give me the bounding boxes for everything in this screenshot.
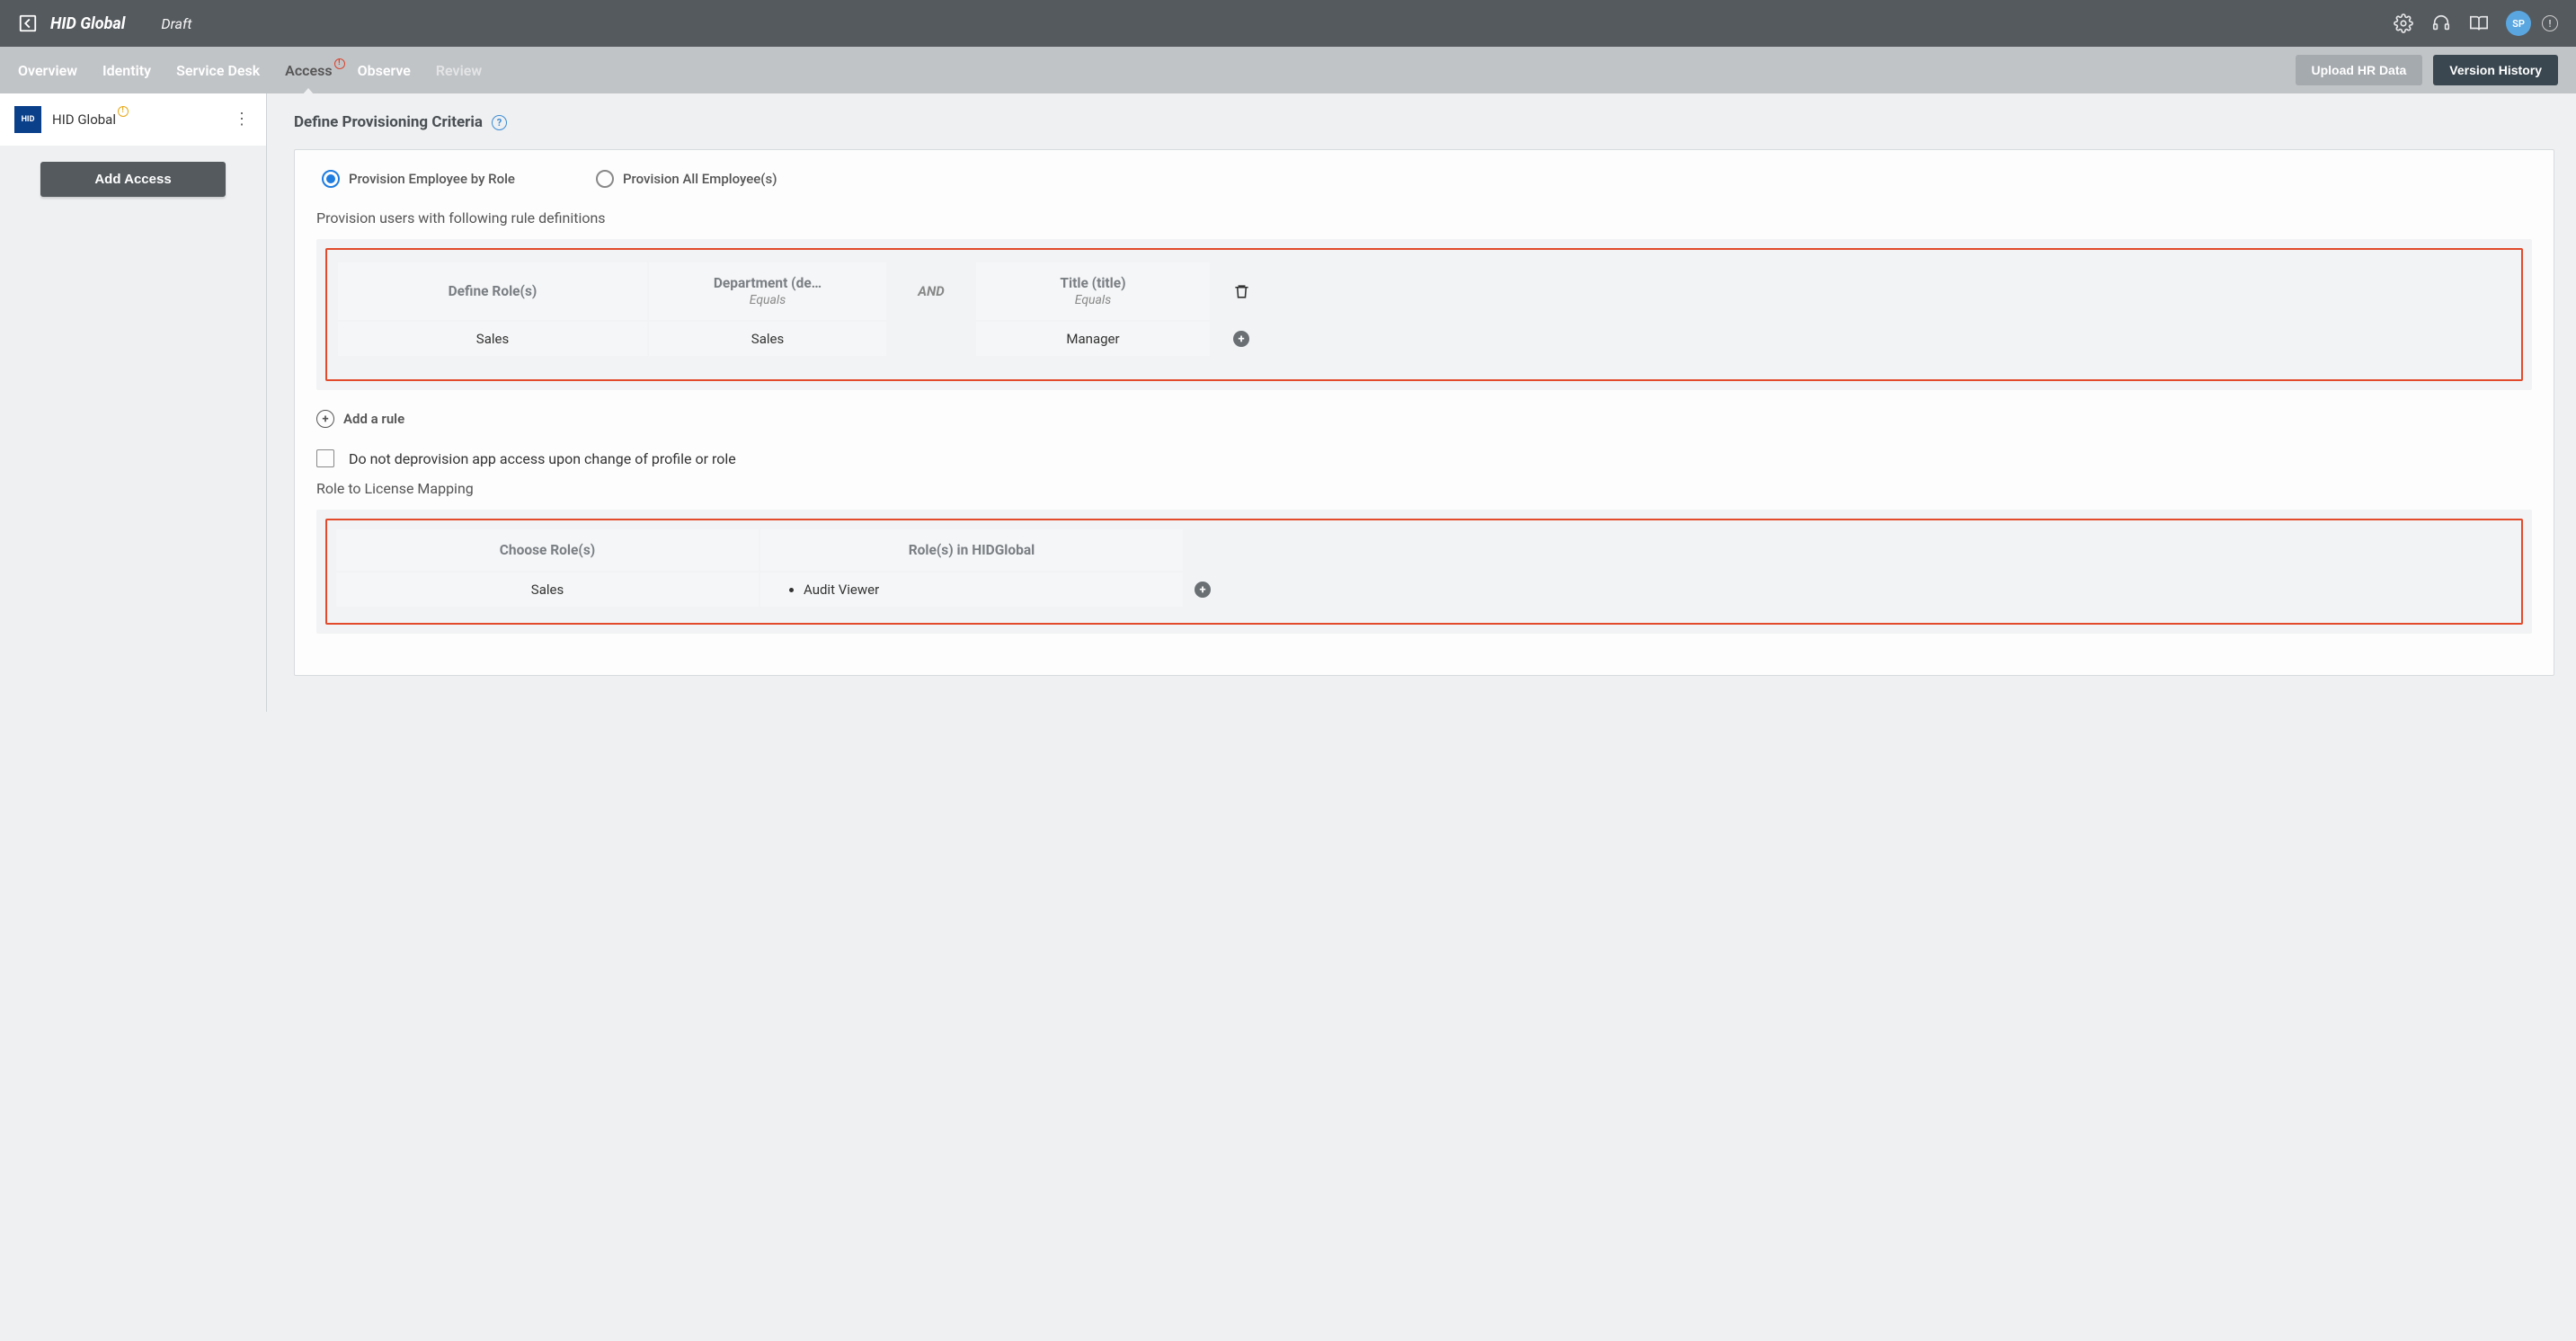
mapping-header-choose: Choose Role(s) <box>336 529 759 571</box>
status-label: Draft <box>161 15 191 32</box>
rule-header-title: Title (title)Equals <box>976 262 1210 320</box>
add-rule-label: Add a rule <box>343 411 404 427</box>
kebab-menu-icon[interactable]: ⋮ <box>234 118 250 121</box>
radio-provision-by-role[interactable]: Provision Employee by Role <box>322 170 515 188</box>
mapping-heading: Role to License Mapping <box>316 480 2532 497</box>
rule-operator-and: AND <box>888 262 974 320</box>
radio-checked-icon <box>322 170 340 188</box>
rule-value-title[interactable]: Manager <box>976 322 1210 356</box>
tab-service-desk[interactable]: Service Desk <box>176 62 260 79</box>
tab-bar: Overview Identity Service Desk Access Ob… <box>0 47 2576 93</box>
main-content: Define Provisioning Criteria ? Provision… <box>267 93 2576 712</box>
criteria-panel: Provision Employee by Role Provision All… <box>294 149 2554 676</box>
rule-subheading: Provision users with following rule defi… <box>316 209 2532 226</box>
top-bar: HID Global Draft SP ! <box>0 0 2576 47</box>
rule-header-define: Define Role(s) <box>338 262 647 320</box>
radio-unchecked-icon <box>596 170 614 188</box>
app-logo: HID <box>14 106 41 133</box>
rule-container: Define Role(s) Department (de…Equals AND… <box>316 239 2532 390</box>
rule-value-role[interactable]: Sales <box>338 322 647 356</box>
tab-access[interactable]: Access <box>285 62 332 79</box>
mapping-value-role[interactable]: Sales <box>336 573 759 607</box>
radio-provision-all[interactable]: Provision All Employee(s) <box>596 170 777 188</box>
sidebar-app-item[interactable]: HID HID Global ⋮ <box>0 93 266 146</box>
mapping-container: Choose Role(s) Role(s) in HIDGlobal Sale… <box>316 510 2532 634</box>
sidebar-app-name: HID Global <box>52 111 116 128</box>
add-access-button[interactable]: Add Access <box>40 162 226 197</box>
warning-badge-icon <box>118 106 129 117</box>
deprovision-checkbox-row[interactable]: Do not deprovision app access upon chang… <box>316 449 2532 467</box>
upload-hr-data-button[interactable]: Upload HR Data <box>2296 55 2423 85</box>
mapping-header-roles: Role(s) in HIDGlobal <box>760 529 1183 571</box>
plus-circle-icon[interactable]: + <box>1233 331 1249 347</box>
mapping-value-mapped[interactable]: Audit Viewer <box>760 573 1183 607</box>
tab-identity[interactable]: Identity <box>102 62 151 79</box>
alert-icon[interactable]: ! <box>2542 15 2558 31</box>
page-title: HID Global <box>50 14 125 33</box>
plus-circle-icon[interactable]: + <box>1195 582 1211 598</box>
help-icon[interactable]: ? <box>492 115 507 130</box>
sidebar: HID HID Global ⋮ Add Access <box>0 93 267 712</box>
rule-header-department: Department (de…Equals <box>649 262 886 320</box>
book-icon[interactable] <box>2468 13 2490 34</box>
radio-label: Provision Employee by Role <box>349 171 515 187</box>
trash-icon[interactable] <box>1233 283 1250 300</box>
checkbox-label: Do not deprovision app access upon chang… <box>349 450 736 467</box>
version-history-button[interactable]: Version History <box>2433 55 2558 85</box>
plus-outline-icon: + <box>316 410 334 428</box>
back-icon[interactable] <box>18 13 38 33</box>
radio-label: Provision All Employee(s) <box>623 171 777 187</box>
rule-value-department[interactable]: Sales <box>649 322 886 356</box>
section-title: Define Provisioning Criteria <box>294 113 483 131</box>
gear-icon[interactable] <box>2393 13 2414 34</box>
checkbox-unchecked-icon[interactable] <box>316 449 334 467</box>
error-badge-icon <box>334 58 345 69</box>
add-rule-button[interactable]: + Add a rule <box>316 410 2532 428</box>
tab-overview[interactable]: Overview <box>18 62 77 79</box>
avatar[interactable]: SP <box>2506 11 2531 36</box>
tab-observe[interactable]: Observe <box>358 62 411 79</box>
tab-review[interactable]: Review <box>436 62 482 79</box>
headset-icon[interactable] <box>2430 13 2452 34</box>
